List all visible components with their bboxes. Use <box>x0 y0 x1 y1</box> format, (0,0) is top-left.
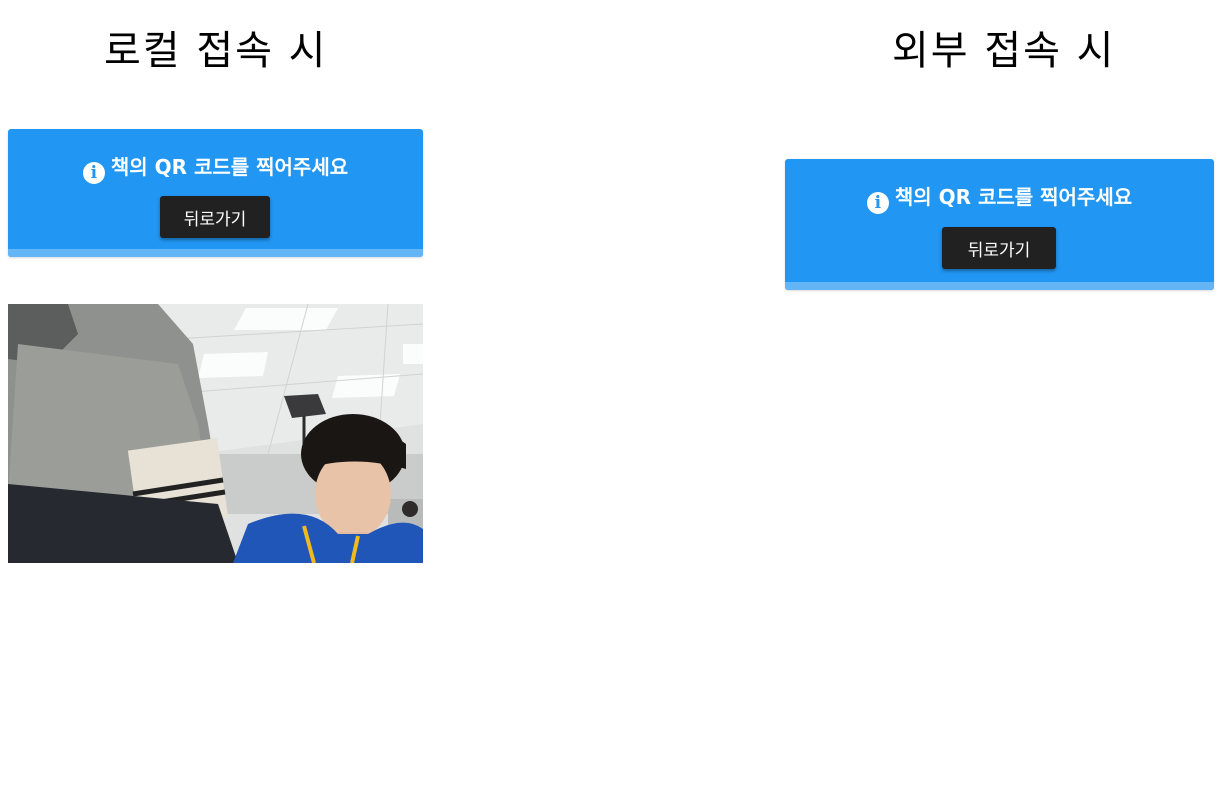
camera-frame-image <box>8 304 423 563</box>
local-qr-alert: i 책의 QR 코드를 찍어주세요 뒤로가기 <box>8 129 423 257</box>
back-button[interactable]: 뒤로가기 <box>942 227 1056 269</box>
remote-access-caption: 외부 접속 시 <box>892 28 1116 74</box>
remote-qr-alert: i 책의 QR 코드를 찍어주세요 뒤로가기 <box>785 159 1214 290</box>
back-button[interactable]: 뒤로가기 <box>160 196 270 238</box>
alert-message: 책의 QR 코드를 찍어주세요 <box>110 155 349 179</box>
alert-message-row: i 책의 QR 코드를 찍어주세요 <box>785 181 1214 214</box>
alert-message: 책의 QR 코드를 찍어주세요 <box>894 185 1133 209</box>
info-circle-icon: i <box>82 162 105 184</box>
camera-preview <box>8 304 423 563</box>
local-access-caption: 로컬 접속 시 <box>104 28 328 74</box>
info-circle-icon: i <box>866 192 889 214</box>
alert-message-row: i 책의 QR 코드를 찍어주세요 <box>8 151 423 184</box>
comparison-canvas: 로컬 접속 시 외부 접속 시 i 책의 QR 코드를 찍어주세요 뒤로가기 i… <box>0 0 1226 803</box>
